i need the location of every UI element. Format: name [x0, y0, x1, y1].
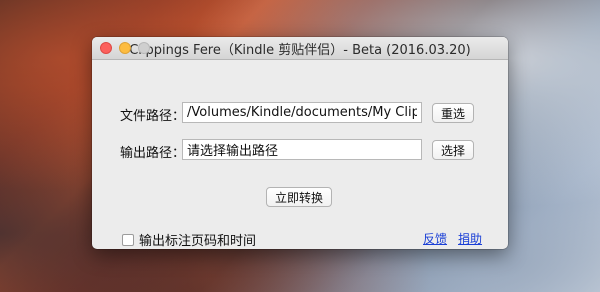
app-window: Clippings Fere（Kindle 剪贴伴侣）- Beta (2016.… — [92, 37, 508, 249]
include-page-time-option[interactable]: 输出标注页码和时间 — [122, 230, 256, 249]
title-bar[interactable]: Clippings Fere（Kindle 剪贴伴侣）- Beta (2016.… — [92, 37, 508, 60]
window-controls — [100, 42, 150, 54]
file-path-label: 文件路径： — [120, 109, 186, 124]
file-path-input[interactable] — [182, 102, 422, 123]
close-button[interactable] — [100, 42, 112, 54]
feedback-link[interactable]: 反馈 — [423, 230, 447, 247]
minimize-button[interactable] — [119, 42, 131, 54]
convert-now-button[interactable]: 立即转换 — [266, 187, 332, 207]
output-path-input[interactable] — [182, 139, 422, 160]
zoom-button[interactable] — [138, 42, 150, 54]
include-page-time-label[interactable]: 输出标注页码和时间 — [139, 230, 256, 249]
window-title: Clippings Fere（Kindle 剪贴伴侣）- Beta (2016.… — [129, 42, 471, 58]
include-page-time-checkbox[interactable] — [122, 233, 134, 246]
reselect-button[interactable]: 重选 — [432, 103, 474, 123]
output-path-label: 输出路径： — [120, 146, 186, 161]
donate-link[interactable]: 捐助 — [458, 230, 482, 247]
choose-output-button[interactable]: 选择 — [432, 140, 474, 160]
window-content: 文件路径： 重选 输出路径： 选择 立即转换 输出标注页码和时间 反馈 捐助 — [92, 60, 508, 249]
